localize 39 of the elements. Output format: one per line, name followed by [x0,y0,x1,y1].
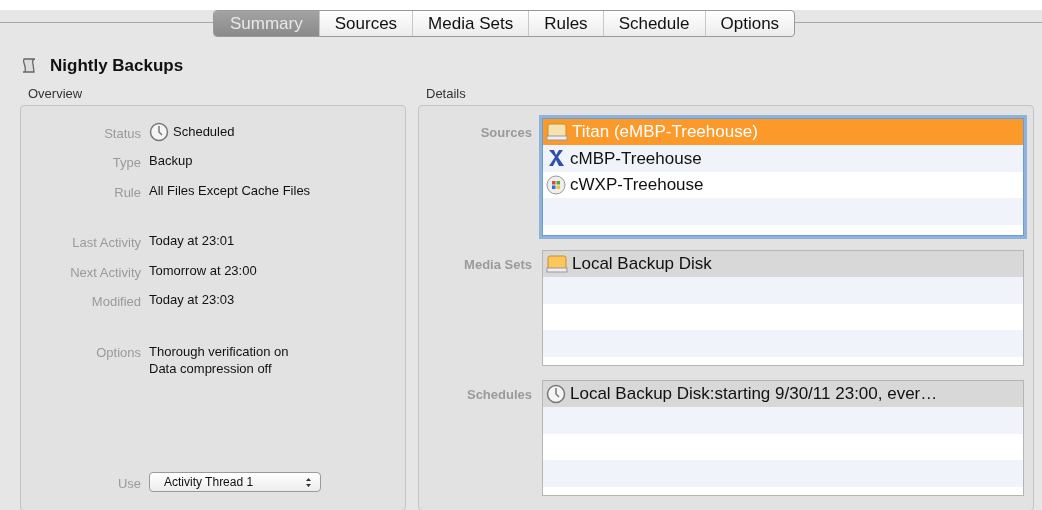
list-item[interactable]: cMBP-Treehouse [543,145,1023,172]
list-label: Schedules [465,385,532,404]
field-value: Today at 23:01 [149,232,235,250]
thread-select[interactable]: Activity Thread 1 [149,472,321,492]
clock-icon [149,121,169,142]
drive-icon [546,253,568,274]
field-value: Today at 23:03 [149,291,235,309]
field-value: All Files Except Cache Files [149,181,311,200]
backup-title: Nightly Backups [50,55,184,78]
tab[interactable]: Sources [318,11,413,36]
section-heading: Overview [27,85,84,103]
list-label: Sources [479,123,532,142]
field-value: Backup [149,152,193,170]
x-icon [546,148,566,169]
field-label: Status [103,124,141,143]
field-value: Scheduled [173,122,235,141]
list-item[interactable]: Local Backup Disk [543,250,1023,277]
stepper-arrows-icon [305,476,312,488]
field-label: Modified [90,293,141,311]
field-label: Next Activity [69,263,141,282]
drive-icon [546,121,568,142]
tab[interactable]: Options [704,11,795,36]
list-label: Media Sets [463,255,532,274]
field-label: Type [111,154,141,172]
field-value: Thorough verification on [149,342,289,361]
tab[interactable]: Media Sets [412,11,529,36]
field-label: Last Activity [71,234,141,252]
field-label: Use [116,475,141,493]
field-label: Rule [113,183,141,202]
tab[interactable]: Schedule [602,11,705,36]
field-value: Data compression off [149,360,273,378]
section-heading: Details [425,85,467,103]
windows-logo-icon [546,174,566,195]
field-value: Tomorrow at 23:00 [149,261,257,280]
list-item[interactable]: Local Backup Disk:starting 9/30/11 23:00, ever… [543,380,1023,407]
clock-icon [546,383,566,404]
field-label: Options [95,343,141,362]
tab[interactable]: Rules [528,11,603,36]
list-item[interactable]: cWXP-Treehouse [543,171,1023,198]
